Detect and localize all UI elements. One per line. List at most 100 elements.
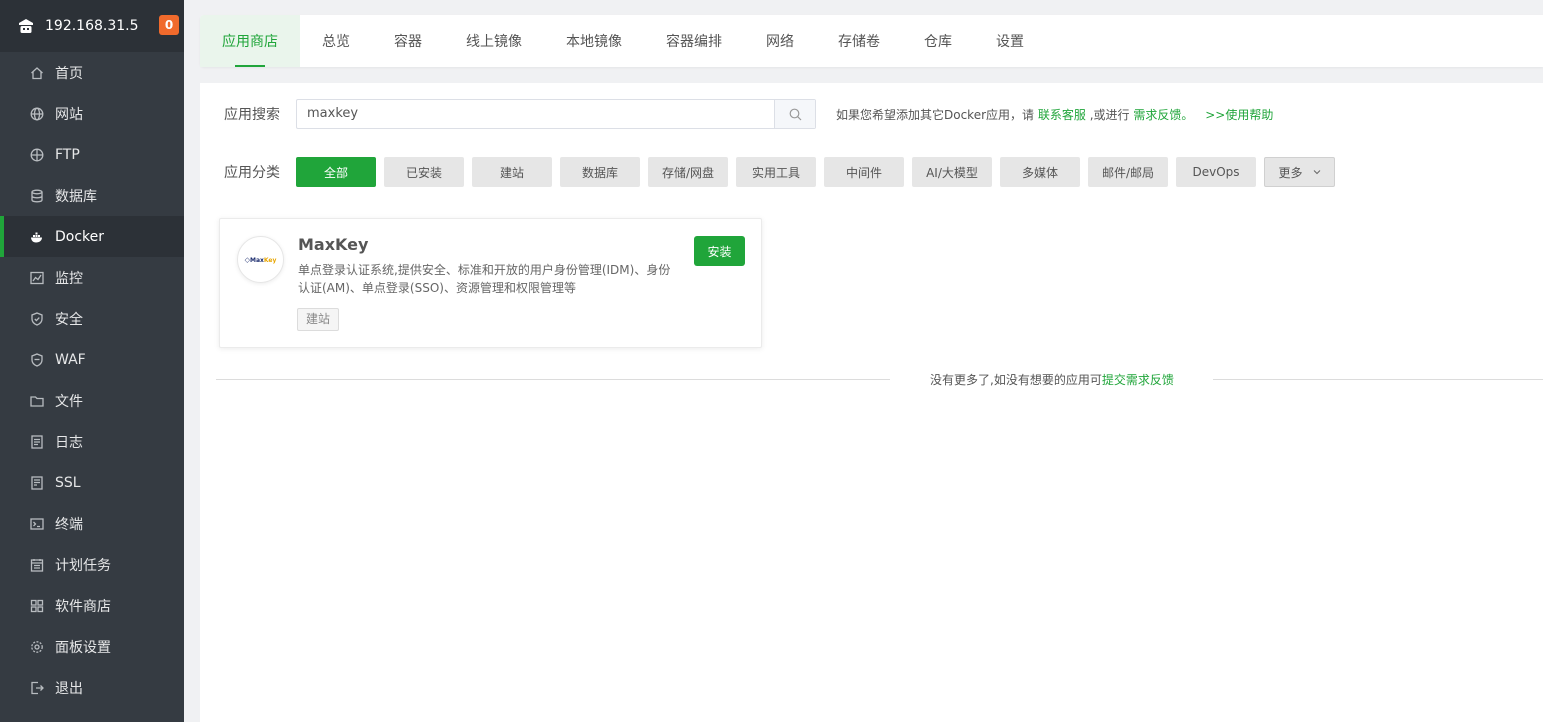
maxkey-logo-text: ◇MaxKey: [244, 255, 277, 264]
search-box: maxkey: [296, 99, 816, 129]
sidebar-item-security[interactable]: 安全: [0, 298, 184, 339]
tab-registry[interactable]: 仓库: [902, 15, 974, 67]
waf-shield-icon: [31, 352, 43, 367]
app-name: MaxKey: [298, 235, 369, 254]
ftp-globe-icon: [30, 148, 44, 161]
app-description: 单点登录认证系统,提供安全、标准和开放的用户身份管理(IDM)、身份认证(AM)…: [298, 263, 671, 295]
sidebar-item-app-store[interactable]: 软件商店: [0, 585, 184, 626]
tab-compose[interactable]: 容器编排: [644, 15, 744, 67]
tab-volumes[interactable]: 存储卷: [816, 15, 902, 67]
sidebar-item-home[interactable]: 首页: [0, 52, 184, 93]
logout-icon: [31, 681, 44, 694]
sidebar-item-label: 计划任务: [55, 557, 111, 574]
tab-app-store[interactable]: 应用商店: [200, 15, 300, 67]
docker-tabbar: 应用商店 总览 容器 线上镜像 本地镜像 容器编排 网络 存储卷 仓库 设置: [200, 15, 1543, 67]
search-icon: [789, 108, 801, 120]
submit-feedback-link[interactable]: 提交需求反馈: [1102, 373, 1174, 387]
tab-online-images[interactable]: 线上镜像: [444, 15, 544, 67]
calendar-icon: [30, 558, 44, 572]
hint-middle-text: ,或进行: [1089, 107, 1130, 122]
log-icon: [31, 434, 43, 449]
docker-icon: [31, 232, 42, 242]
ssl-icon: [31, 475, 43, 490]
sidebar-item-waf[interactable]: WAF: [0, 339, 184, 380]
help-link[interactable]: >>使用帮助: [1205, 108, 1273, 122]
sidebar-item-label: 数据库: [55, 188, 97, 205]
category-label: 应用分类: [224, 165, 280, 181]
search-input[interactable]: maxkey: [297, 100, 774, 128]
sidebar-item-label: 面板设置: [55, 639, 111, 656]
category-mail[interactable]: 邮件/邮局: [1088, 157, 1168, 187]
install-button[interactable]: 安装: [694, 236, 745, 266]
globe-icon: [30, 107, 44, 120]
sidebar-item-label: SSL: [55, 474, 81, 491]
category-list: 全部 已安装 建站 数据库 存储/网盘 实用工具 中间件 AI/大模型 多媒体 …: [296, 157, 1343, 187]
sidebar-item-label: 软件商店: [55, 598, 111, 615]
tab-local-images[interactable]: 本地镜像: [544, 15, 644, 67]
chevron-down-icon: [1313, 170, 1320, 175]
sidebar-item-label: 监控: [55, 270, 83, 287]
sidebar-item-label: 退出: [55, 680, 83, 697]
category-website[interactable]: 建站: [472, 157, 552, 187]
category-database[interactable]: 数据库: [560, 157, 640, 187]
feedback-link[interactable]: 需求反馈。: [1133, 108, 1193, 122]
sidebar-item-panel-settings[interactable]: 面板设置: [0, 626, 184, 667]
search-button[interactable]: [774, 100, 815, 128]
app-card-maxkey[interactable]: ◇MaxKey MaxKey 单点登录认证系统,提供安全、标准和开放的用户身份管…: [219, 218, 762, 348]
maxkey-logo: ◇MaxKey: [237, 236, 284, 283]
search-row: 应用搜索 maxkey 如果您希望添加其它Docker应用，请 联系客服 ,或进…: [224, 99, 1273, 129]
sidebar-item-website[interactable]: 网站: [0, 93, 184, 134]
shield-icon: [31, 311, 43, 326]
category-all[interactable]: 全部: [296, 157, 376, 187]
category-tools[interactable]: 实用工具: [736, 157, 816, 187]
sidebar-item-monitor[interactable]: 监控: [0, 257, 184, 298]
category-ai[interactable]: AI/大模型: [912, 157, 992, 187]
sidebar-item-label: 终端: [55, 516, 83, 533]
gear-icon: [31, 640, 43, 653]
category-more-dropdown[interactable]: 更多: [1264, 157, 1335, 187]
folder-icon: [30, 395, 44, 407]
category-storage[interactable]: 存储/网盘: [648, 157, 728, 187]
category-row: 应用分类 全部 已安装 建站 数据库 存储/网盘 实用工具 中间件 AI/大模型…: [224, 157, 1343, 187]
end-of-list-message: 没有更多了,如没有想要的应用可提交需求反馈: [930, 371, 1174, 388]
sidebar-item-label: 首页: [55, 65, 83, 82]
sidebar-item-ssl[interactable]: SSL: [0, 462, 184, 503]
sidebar-item-logs[interactable]: 日志: [0, 421, 184, 462]
more-label: 更多: [1278, 165, 1303, 180]
server-header[interactable]: 192.168.31.5 0: [0, 0, 184, 52]
app-tag: 建站: [297, 308, 340, 331]
notification-badge[interactable]: 0: [159, 15, 179, 35]
sidebar-item-docker[interactable]: Docker: [0, 216, 184, 257]
terminal-icon: [30, 517, 44, 530]
sidebar-item-label: FTP: [55, 146, 80, 163]
tab-network[interactable]: 网络: [744, 15, 816, 67]
sidebar-item-logout[interactable]: 退出: [0, 667, 184, 708]
sidebar-item-database[interactable]: 数据库: [0, 175, 184, 216]
sidebar-item-label: 文件: [55, 393, 83, 410]
server-logo-icon: [19, 19, 33, 33]
tab-overview[interactable]: 总览: [300, 15, 372, 67]
tab-settings[interactable]: 设置: [974, 15, 1046, 67]
divider-right: [1213, 379, 1543, 380]
sidebar-item-cron[interactable]: 计划任务: [0, 544, 184, 585]
hint-text: 如果您希望添加其它Docker应用，请: [836, 107, 1035, 122]
monitor-icon: [30, 271, 44, 284]
category-installed[interactable]: 已安装: [384, 157, 464, 187]
sidebar-item-label: 网站: [55, 106, 83, 123]
sidebar-item-label: Docker: [55, 228, 105, 245]
sidebar-item-files[interactable]: 文件: [0, 380, 184, 421]
end-text: 没有更多了,如没有想要的应用可: [930, 373, 1102, 387]
sidebar-item-label: 安全: [55, 311, 83, 328]
sidebar-item-ftp[interactable]: FTP: [0, 134, 184, 175]
sidebar-item-terminal[interactable]: 终端: [0, 503, 184, 544]
category-middleware[interactable]: 中间件: [824, 157, 904, 187]
divider-left: [216, 379, 890, 380]
sidebar: 192.168.31.5 0 首页 网站 FTP 数据库 Docker 监控 安…: [0, 0, 184, 722]
category-media[interactable]: 多媒体: [1000, 157, 1080, 187]
tab-containers[interactable]: 容器: [372, 15, 444, 67]
sidebar-item-label: WAF: [55, 351, 86, 368]
contact-support-link[interactable]: 联系客服: [1038, 108, 1086, 122]
apps-grid-icon: [30, 599, 44, 612]
category-devops[interactable]: DevOps: [1176, 157, 1256, 187]
server-ip: 192.168.31.5: [45, 18, 139, 34]
